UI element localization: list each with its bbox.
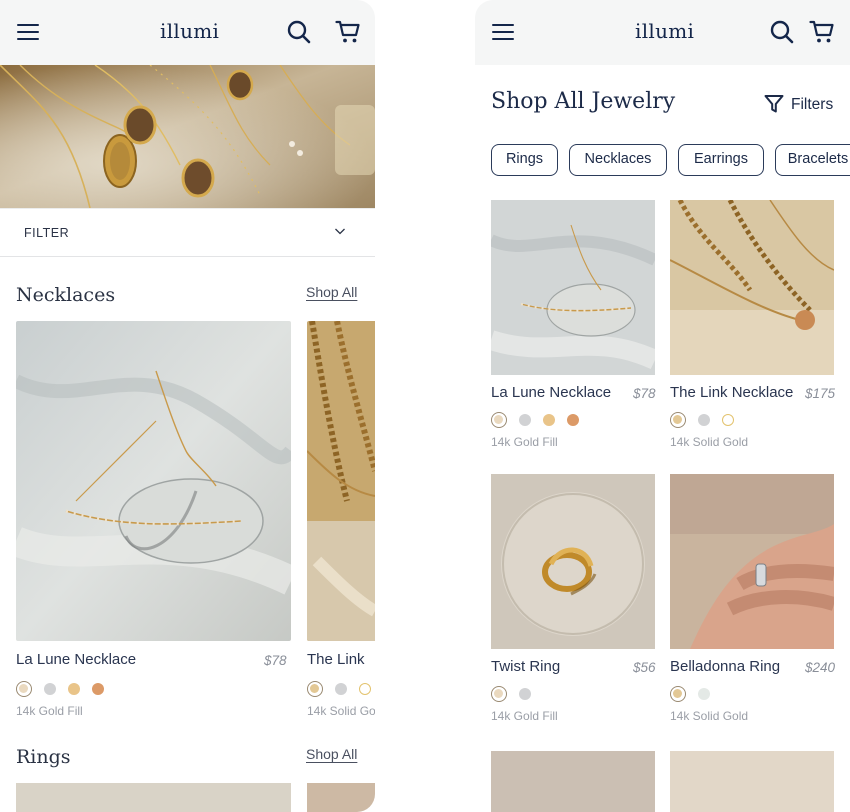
product-image-the-link[interactable] bbox=[307, 321, 375, 641]
chip-earrings[interactable]: Earrings bbox=[678, 144, 764, 176]
product-name[interactable]: The Link Necklace bbox=[670, 384, 793, 401]
menu-icon[interactable] bbox=[492, 24, 514, 42]
shop-all-screen: illumi Shop All Jewelry Filters Rings Ne… bbox=[475, 0, 850, 812]
product-image-la-lune[interactable] bbox=[16, 321, 291, 641]
hero-banner-image bbox=[0, 65, 375, 208]
product-price: $175 bbox=[805, 386, 836, 401]
cart-icon[interactable] bbox=[335, 19, 361, 45]
color-swatch-silver[interactable] bbox=[44, 683, 56, 695]
shop-all-rings-link[interactable]: Shop All bbox=[306, 746, 357, 762]
product-image-the-link[interactable] bbox=[670, 200, 834, 375]
app-header: illumi bbox=[0, 0, 375, 65]
color-swatch-silver[interactable] bbox=[519, 688, 531, 700]
category-browse-screen: illumi FILTER Necklaces Shop All La Lune… bbox=[0, 0, 375, 812]
product-price: $78 bbox=[633, 386, 656, 401]
chip-bracelets[interactable]: Bracelets bbox=[775, 144, 850, 176]
chevron-down-icon bbox=[335, 228, 345, 235]
shop-all-necklaces-link[interactable]: Shop All bbox=[306, 284, 357, 300]
search-icon[interactable] bbox=[769, 19, 795, 45]
color-swatch-silver[interactable] bbox=[519, 414, 531, 426]
product-image[interactable] bbox=[491, 751, 655, 812]
color-swatch-rose-gold[interactable] bbox=[92, 683, 104, 695]
product-name[interactable]: The Link bbox=[307, 651, 365, 668]
product-material: 14k Solid Gold bbox=[670, 435, 749, 449]
product-image-la-lune[interactable] bbox=[491, 200, 655, 375]
app-header: illumi bbox=[475, 0, 850, 65]
product-material: 14k Solid Go bbox=[307, 704, 375, 718]
brand-logo[interactable]: illumi bbox=[635, 19, 694, 43]
chip-necklaces[interactable]: Necklaces bbox=[569, 144, 667, 176]
product-material: 14k Solid Gold bbox=[670, 709, 749, 723]
section-title-rings: Rings bbox=[16, 746, 71, 768]
filter-label: FILTER bbox=[24, 226, 70, 240]
color-swatch-rose-gold[interactable] bbox=[567, 414, 579, 426]
product-name[interactable]: La Lune Necklace bbox=[16, 651, 136, 668]
product-name[interactable]: Twist Ring bbox=[491, 658, 560, 675]
filters-label: Filters bbox=[791, 96, 834, 113]
product-price: $240 bbox=[805, 660, 836, 675]
product-price: $78 bbox=[264, 653, 287, 668]
product-image[interactable] bbox=[670, 751, 834, 812]
color-swatch-yellow-gold[interactable] bbox=[543, 414, 555, 426]
color-swatch-gold-outline[interactable] bbox=[722, 414, 734, 426]
color-swatch-solid-gold-selected[interactable] bbox=[670, 412, 686, 428]
brand-logo[interactable]: illumi bbox=[160, 19, 219, 43]
product-name[interactable]: La Lune Necklace bbox=[491, 384, 611, 401]
product-material: 14k Gold Fill bbox=[491, 435, 558, 449]
product-image-ring[interactable] bbox=[307, 783, 375, 812]
product-image-belladonna-ring[interactable] bbox=[670, 474, 834, 649]
filter-funnel-icon bbox=[764, 95, 784, 113]
section-title-necklaces: Necklaces bbox=[16, 284, 116, 306]
color-swatch-gold-fill-selected[interactable] bbox=[491, 686, 507, 702]
product-name[interactable]: Belladonna Ring bbox=[670, 658, 780, 675]
menu-icon[interactable] bbox=[17, 24, 39, 42]
filter-dropdown[interactable]: FILTER bbox=[0, 208, 375, 257]
product-image-ring[interactable] bbox=[16, 783, 291, 812]
screen: illumi FILTER Necklaces Shop All La Lune… bbox=[0, 0, 850, 812]
color-swatch-solid-gold-selected[interactable] bbox=[307, 681, 323, 697]
color-swatch-silver[interactable] bbox=[698, 414, 710, 426]
cart-icon[interactable] bbox=[809, 19, 835, 45]
color-swatch-gold-fill-selected[interactable] bbox=[491, 412, 507, 428]
search-icon[interactable] bbox=[286, 19, 312, 45]
product-price: $56 bbox=[633, 660, 656, 675]
product-material: 14k Gold Fill bbox=[491, 709, 558, 723]
color-swatch-gold-outline[interactable] bbox=[359, 683, 371, 695]
product-image-twist-ring[interactable] bbox=[491, 474, 655, 649]
chip-rings[interactable]: Rings bbox=[491, 144, 558, 176]
color-swatch-yellow-gold[interactable] bbox=[68, 683, 80, 695]
product-material: 14k Gold Fill bbox=[16, 704, 83, 718]
color-swatch-white-gold[interactable] bbox=[698, 688, 710, 700]
color-swatch-gold-fill-selected[interactable] bbox=[16, 681, 32, 697]
color-swatch-solid-gold-selected[interactable] bbox=[670, 686, 686, 702]
color-swatch-silver[interactable] bbox=[335, 683, 347, 695]
page-title: Shop All Jewelry bbox=[491, 89, 676, 114]
